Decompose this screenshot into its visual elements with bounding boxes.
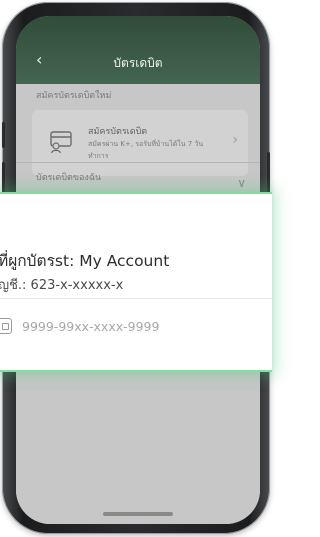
debit-card-number: 9999-99xx-xxxx-9999 [22, 319, 160, 334]
card-icon [0, 318, 12, 334]
side-button-mute [2, 122, 5, 148]
home-indicator [103, 512, 173, 516]
chevron-right-icon: › [232, 132, 238, 148]
card-divider [0, 298, 272, 299]
apply-debit-card-option[interactable]: สมัครบัตรเดบิต สมัครผ่าน K+, รอรับที่บ้า… [32, 110, 248, 176]
page-title: บัตรเดบิต [113, 56, 163, 70]
linked-account-card[interactable]: ที่ผูกบัตรst: My Account ญชี.: 623-x-xxx… [0, 192, 272, 372]
app-header [16, 16, 260, 84]
linked-account-number: ญชี.: 623-x-xxxxx-x [0, 278, 124, 293]
content-background [16, 396, 260, 524]
apply-section-heading: สมัครบัตรเดบิตใหม่ [36, 91, 112, 101]
section-divider [16, 162, 260, 163]
card-user-icon [50, 131, 72, 154]
chevron-down-icon[interactable]: ∨ [237, 176, 246, 190]
my-cards-section-heading: บัตรเดบิตของฉัน [36, 173, 102, 183]
apply-card-description: สมัครผ่าน K+, รอรับที่บ้านได้ใน 7 วันทำก… [88, 140, 204, 160]
linked-account-title: ที่ผูกบัตรst: My Account [0, 252, 170, 270]
apply-card-title: สมัครบัตรเดบิต [88, 127, 148, 137]
